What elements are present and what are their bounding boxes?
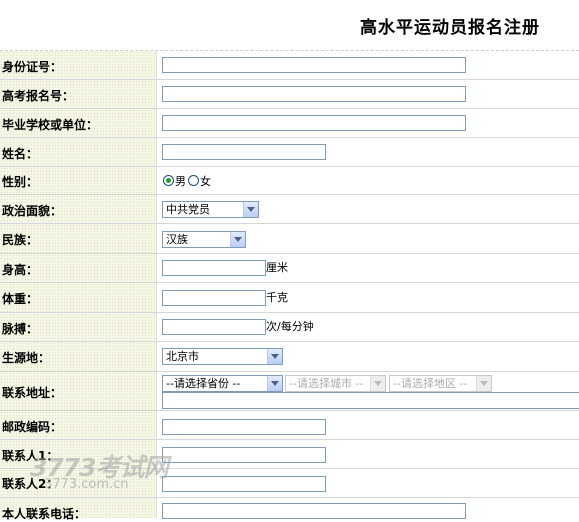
ethnicity-select[interactable]: 汉族 [162, 231, 246, 248]
row-name: 姓名： [0, 137, 579, 166]
name-input[interactable] [162, 144, 326, 160]
row-ethnicity: 民族： 汉族 [0, 223, 579, 253]
row-weight: 体重： 千克 [0, 282, 579, 312]
postcode-input[interactable] [162, 419, 326, 435]
school-input[interactable] [162, 115, 466, 131]
chevron-down-icon [267, 376, 282, 391]
weight-input[interactable] [162, 290, 266, 306]
weight-unit: 千克 [266, 291, 288, 304]
row-political: 政治面貌： 中共党员 [0, 194, 579, 223]
row-phone: 本人联系电话： [0, 497, 579, 521]
address-input[interactable] [162, 392, 579, 409]
row-exam-number: 高考报名号： [0, 79, 579, 108]
chevron-down-icon [476, 376, 491, 391]
phone-label: 本人联系电话： [2, 507, 87, 521]
height-label: 身高： [2, 263, 39, 277]
gender-female-label: 女 [200, 175, 211, 188]
gender-female-radio[interactable] [188, 175, 199, 186]
contact1-label: 联系人1： [2, 449, 59, 463]
name-label: 姓名： [2, 147, 39, 161]
origin-select[interactable]: 北京市 [162, 348, 283, 365]
ethnicity-label: 民族： [2, 233, 39, 247]
row-height: 身高： 厘米 [0, 253, 579, 282]
pulse-input[interactable] [162, 319, 266, 335]
city-select[interactable]: --请选择城市 -- [285, 375, 386, 392]
row-contact1: 联系人1： [0, 439, 579, 468]
district-select[interactable]: --请选择地区 -- [389, 375, 492, 392]
chevron-down-icon [230, 232, 245, 247]
province-select[interactable]: --请选择省份 -- [162, 375, 283, 392]
row-gender: 性别： 男 女 [0, 166, 579, 194]
phone-input[interactable] [162, 503, 466, 519]
chevron-down-icon [243, 202, 258, 217]
school-label: 毕业学校或单位： [2, 118, 99, 132]
row-postcode: 邮政编码： [0, 410, 579, 439]
height-unit: 厘米 [266, 261, 288, 274]
weight-label: 体重： [2, 292, 39, 306]
row-school: 毕业学校或单位： [0, 108, 579, 137]
height-input[interactable] [162, 260, 266, 276]
origin-label: 生源地： [2, 351, 51, 365]
pulse-label: 脉搏： [2, 322, 39, 336]
pulse-unit: 次/每分钟 [266, 320, 314, 333]
contact2-label: 联系人2： [2, 477, 59, 491]
exam-number-label: 高考报名号： [2, 89, 75, 103]
id-number-input[interactable] [162, 57, 466, 73]
postcode-label: 邮政编码： [2, 420, 63, 434]
registration-form: 身份证号： 高考报名号： 毕业学校或单位： 姓名： 性别： 男 女 政治面貌： [0, 50, 579, 521]
political-select[interactable]: 中共党员 [162, 201, 259, 218]
page-title: 高水平运动员报名注册 [360, 18, 540, 38]
gender-male-label: 男 [175, 175, 186, 188]
gender-male-radio[interactable] [163, 175, 174, 186]
address-label: 联系地址： [2, 386, 63, 400]
row-origin: 生源地： 北京市 [0, 341, 579, 371]
contact1-input[interactable] [162, 447, 326, 463]
chevron-down-icon [370, 376, 385, 391]
row-pulse: 脉搏： 次/每分钟 [0, 312, 579, 341]
id-number-label: 身份证号： [2, 60, 63, 74]
row-address: 联系地址： --请选择省份 -- --请选择城市 -- --请选择地区 -- [0, 371, 579, 410]
political-label: 政治面貌： [2, 204, 63, 218]
contact2-input[interactable] [162, 476, 326, 492]
row-contact2: 联系人2： [0, 468, 579, 497]
exam-number-input[interactable] [162, 86, 466, 102]
gender-label: 性别： [2, 175, 39, 189]
row-id-number: 身份证号： [0, 50, 579, 79]
chevron-down-icon [267, 349, 282, 364]
